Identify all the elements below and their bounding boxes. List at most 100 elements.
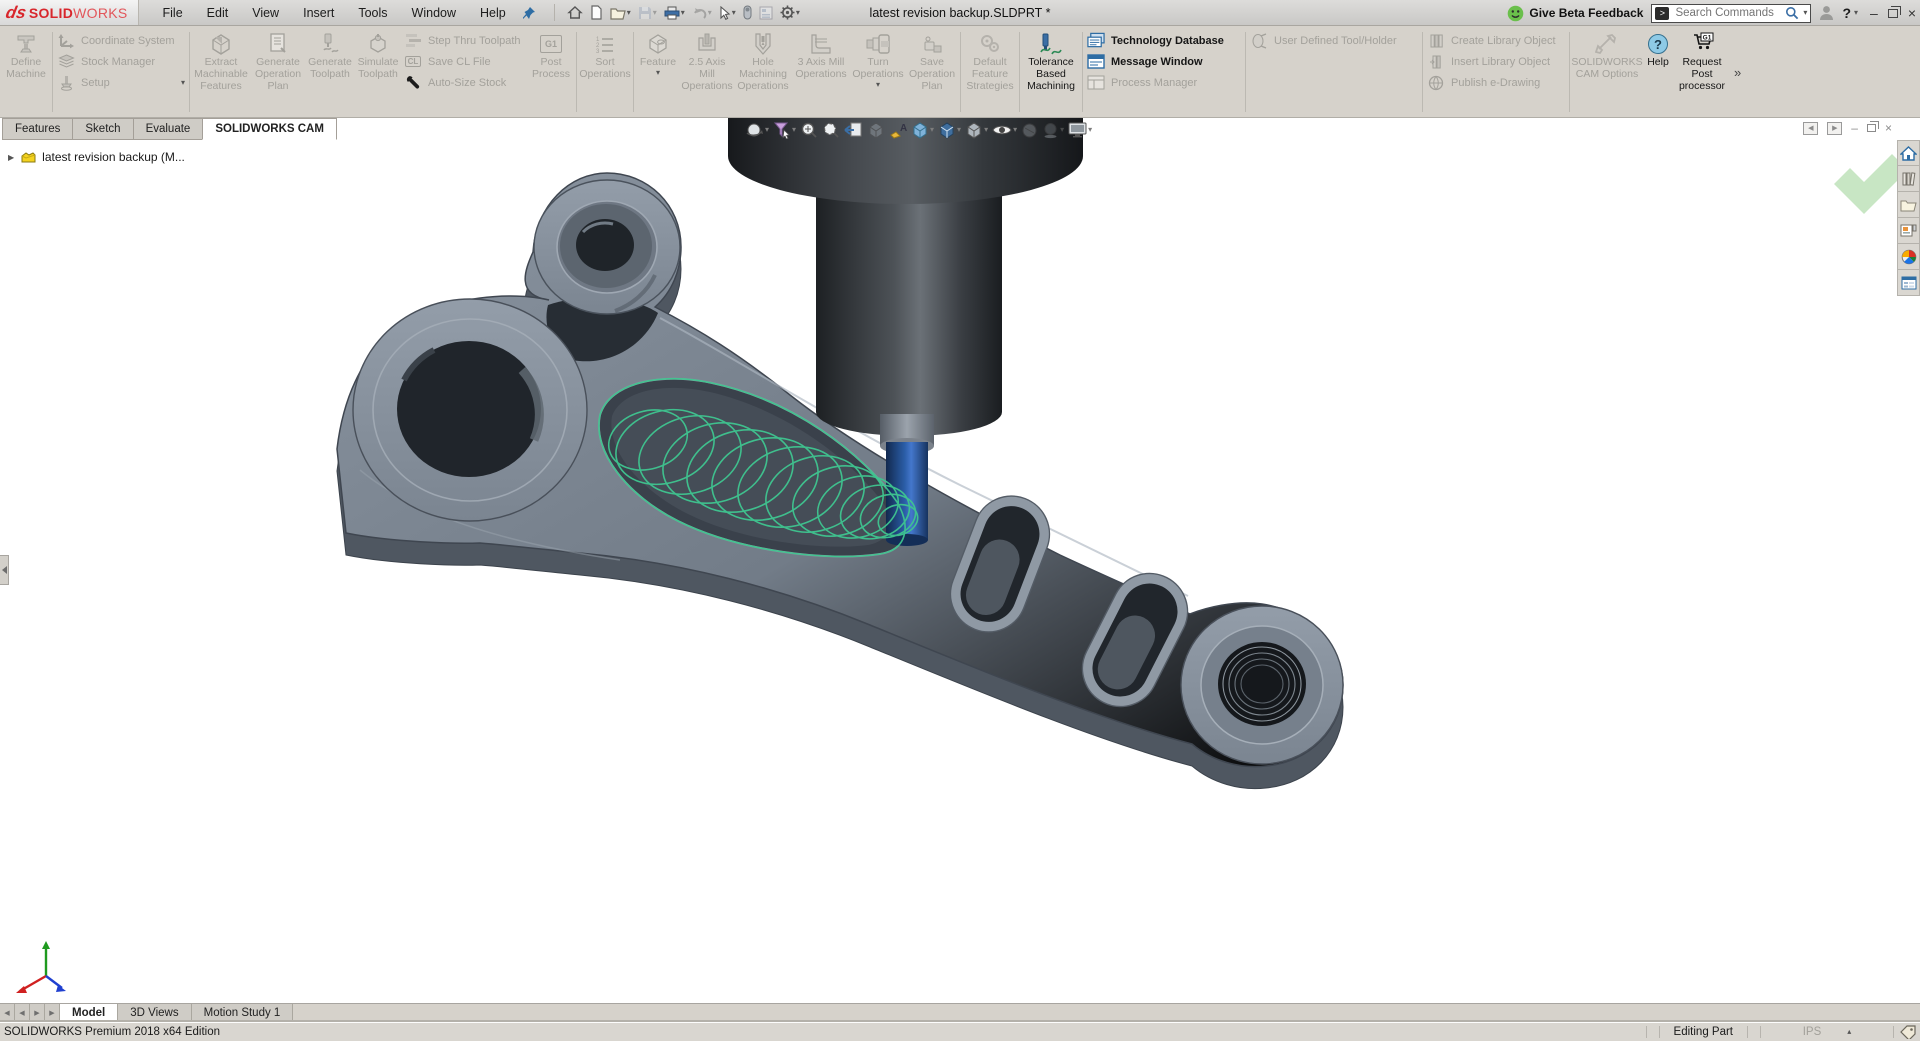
generate-toolpath-button[interactable]: Generate Toolpath (306, 28, 354, 116)
save-operation-plan-button[interactable]: Save Operation Plan (906, 28, 958, 116)
message-window-button[interactable]: Message Window (1087, 51, 1241, 72)
doc-back-button[interactable]: ◀ (1803, 122, 1818, 135)
turn-operations-button[interactable]: Turn Operations ▾ (850, 28, 906, 116)
restore-button[interactable] (1888, 9, 1898, 18)
unit-system-selector[interactable]: IPS ▴ (1767, 1026, 1887, 1038)
step-thru-toolpath-button[interactable]: Step Thru Toolpath (404, 30, 526, 51)
tab-3d-views[interactable]: 3D Views (118, 1004, 191, 1022)
help-button[interactable]: ? Help (1642, 28, 1674, 116)
turn-operations-caret-icon[interactable]: ▾ (876, 81, 880, 89)
home-tab-button[interactable] (1897, 140, 1920, 166)
selection-filter-button[interactable]: ▾ (772, 120, 797, 140)
undo-button[interactable]: ▾ (690, 5, 714, 20)
default-feature-strategies-button[interactable]: Default Feature Strategies (963, 28, 1017, 116)
stock-manager-button[interactable]: Stock Manager (57, 51, 185, 72)
tree-expand-icon[interactable]: ▶ (8, 153, 14, 162)
previous-view-button[interactable] (843, 120, 864, 140)
doc-minimize-button[interactable]: – (1851, 121, 1858, 135)
annotations-visibility-button[interactable]: A (888, 120, 908, 140)
tab-solidworks-cam[interactable]: SOLIDWORKS CAM (202, 118, 337, 140)
home-button[interactable] (565, 4, 585, 21)
sort-operations-button[interactable]: 123 Sort Operations (579, 28, 631, 116)
open-caret-icon[interactable]: ▾ (627, 9, 631, 17)
tab-model[interactable]: Model (60, 1004, 118, 1022)
search-commands-box[interactable]: > ▾ (1651, 4, 1811, 23)
define-machine-button[interactable]: Define Machine (2, 28, 50, 116)
view-orientation-button[interactable]: ▾ (937, 120, 962, 140)
new-document-button[interactable] (588, 4, 605, 21)
tags-icon[interactable] (1900, 1025, 1916, 1039)
options-caret-icon[interactable]: ▾ (796, 9, 800, 17)
doc-restore-icon[interactable] (1867, 124, 1876, 132)
feature-button[interactable]: Feature ▾ (636, 28, 680, 116)
menu-file[interactable]: File (153, 3, 193, 23)
print-button[interactable]: ▾ (662, 5, 687, 21)
ribbon-overflow-chevron[interactable]: » (1734, 65, 1741, 80)
confirmation-check-icon[interactable] (1834, 154, 1897, 214)
open-document-button[interactable]: ▾ (608, 5, 633, 21)
publish-edrawing-button[interactable]: Publish e-Drawing (1427, 72, 1565, 93)
save-button[interactable]: ▾ (636, 5, 659, 21)
edit-appearance-button[interactable]: ▾ (910, 120, 935, 140)
tab-motion-study-1[interactable]: Motion Study 1 (192, 1004, 294, 1022)
process-manager-button[interactable]: Process Manager (1087, 72, 1241, 93)
doc-forward-button[interactable]: ▶ (1827, 122, 1842, 135)
view-palette-button[interactable] (1897, 218, 1920, 244)
feature-panel-flyout-tab[interactable] (0, 555, 9, 585)
search-icon[interactable] (1785, 6, 1799, 20)
file-explorer-button[interactable] (1897, 192, 1920, 218)
menu-help[interactable]: Help (470, 3, 516, 23)
user-account-icon[interactable] (1819, 5, 1834, 21)
tab-scroll-first-button[interactable]: ◀ (0, 1004, 15, 1022)
pin-menu-icon[interactable] (518, 3, 540, 23)
tab-scroll-next-button[interactable]: ▶ (30, 1004, 45, 1022)
help-menu-button[interactable]: ?▾ (1842, 5, 1858, 21)
select-caret-icon[interactable]: ▾ (732, 9, 736, 17)
custom-properties-button[interactable] (1897, 270, 1920, 296)
feature-caret-icon[interactable]: ▾ (656, 69, 660, 77)
menu-insert[interactable]: Insert (293, 3, 344, 23)
rebuild-button[interactable] (741, 4, 754, 21)
file-properties-button[interactable] (757, 5, 775, 21)
section-view-button[interactable] (866, 120, 886, 140)
tolerance-based-machining-button[interactable]: Tolerance Based Machining (1022, 28, 1080, 116)
25-axis-mill-operations-button[interactable]: 2.5 Axis Mill Operations (680, 28, 734, 116)
3d-viewport-canvas[interactable] (0, 118, 1897, 1003)
coordinate-system-button[interactable]: Coordinate System (57, 30, 185, 51)
view-orbit-button[interactable]: ▾ (744, 120, 770, 140)
insert-library-object-button[interactable]: Insert Library Object (1427, 51, 1565, 72)
give-beta-feedback-button[interactable]: Give Beta Feedback (1507, 5, 1643, 22)
hide-show-items-button[interactable]: ▾ (991, 121, 1018, 139)
simulate-toolpath-button[interactable]: Simulate Toolpath (354, 28, 402, 116)
minimize-button[interactable]: – (1870, 5, 1878, 21)
feature-tree-root[interactable]: ▶ latest revision backup (M... (8, 150, 185, 164)
view-settings-button[interactable]: ▾ (1067, 121, 1093, 139)
post-process-button[interactable]: G1 Post Process (528, 28, 574, 116)
tab-evaluate[interactable]: Evaluate (133, 118, 203, 140)
display-style-button[interactable]: ▾ (964, 120, 989, 140)
generate-operation-plan-button[interactable]: Generate Operation Plan (250, 28, 306, 116)
auto-size-stock-button[interactable]: Auto-Size Stock (404, 72, 526, 93)
setup-button[interactable]: Setup ▾ (57, 72, 185, 93)
close-button[interactable]: × (1908, 5, 1916, 21)
menu-tools[interactable]: Tools (348, 3, 397, 23)
extract-machinable-features-button[interactable]: Extract Machinable Features (192, 28, 250, 116)
tab-scroll-last-button[interactable]: ▶ (45, 1004, 60, 1022)
design-library-button[interactable] (1897, 166, 1920, 192)
menu-window[interactable]: Window (402, 3, 466, 23)
print-caret-icon[interactable]: ▾ (681, 9, 685, 17)
menu-view[interactable]: View (242, 3, 289, 23)
appearances-scenes-button[interactable] (1897, 244, 1920, 270)
tab-scroll-prev-button[interactable]: ◀ (15, 1004, 30, 1022)
zoom-to-area-button[interactable] (821, 120, 841, 140)
search-caret-icon[interactable]: ▾ (1803, 9, 1807, 17)
setup-caret-icon[interactable]: ▾ (181, 79, 185, 87)
doc-close-button[interactable]: × (1885, 121, 1892, 135)
options-gear-button[interactable]: ▾ (778, 4, 802, 21)
view-shadows-button[interactable]: ▾ (1041, 121, 1065, 140)
menu-edit[interactable]: Edit (197, 3, 239, 23)
graphics-area[interactable]: ▶ latest revision backup (M... ▾ ▾ A ▾ ▾… (0, 118, 1920, 1003)
hole-machining-operations-button[interactable]: Hole Machining Operations (734, 28, 792, 116)
zoom-to-fit-button[interactable] (799, 120, 819, 140)
technology-database-button[interactable]: Technology Database (1087, 30, 1241, 51)
